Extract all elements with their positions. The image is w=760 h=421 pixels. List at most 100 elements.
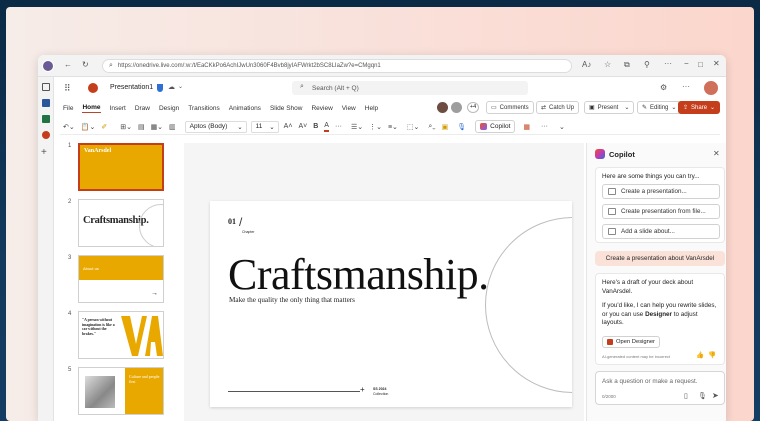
more-commands-icon[interactable]: ··· — [541, 123, 548, 130]
extensions-icon[interactable]: ⚲ — [644, 60, 650, 69]
settings-icon[interactable]: ⚙ — [660, 83, 667, 92]
copilot-ribbon-button[interactable]: Copilot — [475, 120, 516, 133]
designer-link[interactable]: Designer — [645, 311, 672, 318]
tab-design[interactable]: Design — [159, 105, 179, 112]
tab-help[interactable]: Help — [365, 105, 378, 112]
collections-icon[interactable]: ⧉ — [624, 60, 630, 70]
present-button[interactable]: ▣ Present ⌄ — [584, 101, 635, 114]
minimize-icon[interactable]: − — [684, 59, 689, 68]
maximize-icon[interactable]: □ — [698, 60, 703, 69]
menu-tabs: File Home Insert Draw Design Transitions… — [54, 101, 726, 115]
chevron-down-icon: ⌄ — [269, 123, 275, 131]
title-chevron-icon[interactable]: ⌄ — [178, 83, 183, 90]
picture-icon[interactable]: ▣ — [442, 123, 449, 131]
slide-thumbnail-5[interactable]: Culture and people first — [78, 367, 164, 415]
new-slide-icon[interactable]: ⊞⌄ — [120, 123, 132, 131]
paste-icon[interactable]: 📋⌄ — [81, 123, 96, 131]
slide-title[interactable]: Craftsmanship. — [228, 249, 489, 300]
suggestions-card: Here are some things you can try... Crea… — [595, 167, 725, 243]
slide-thumbnail-2[interactable]: Craftsmanship. — [78, 199, 164, 247]
designer-icon — [607, 339, 613, 345]
microphone-icon[interactable]: 🎙 — [698, 392, 707, 400]
find-icon[interactable]: ⌕⌄ — [428, 123, 435, 131]
powerpoint-icon[interactable] — [42, 131, 50, 139]
presence-count[interactable]: +4 — [467, 102, 479, 113]
tab-animations[interactable]: Animations — [229, 105, 261, 112]
font-name-select[interactable]: Aptos (Body) ⌄ — [184, 120, 247, 133]
layout-icon[interactable]: ▤ — [138, 123, 145, 131]
tab-home[interactable]: Home — [82, 104, 101, 113]
profile-avatar[interactable] — [42, 60, 54, 72]
slide-number: 5 — [68, 367, 72, 373]
address-bar[interactable]: ⌕ https://onedrive.live.com/:w:/t/EaCKkP… — [102, 59, 572, 73]
current-slide[interactable]: 01 / Chapter Craftsmanship. Make the qua… — [210, 201, 572, 407]
copilot-input-box[interactable]: Ask a question or make a request. 0/2000… — [595, 371, 725, 405]
editing-mode-button[interactable]: ✎ Editing ⌄ — [637, 101, 682, 114]
font-size-select[interactable]: 11 ⌄ — [250, 120, 279, 133]
increase-font-icon[interactable]: A˄ — [284, 123, 293, 130]
tab-view[interactable]: View — [342, 105, 356, 112]
refresh-icon[interactable]: ↻ — [82, 60, 89, 69]
tab-draw[interactable]: Draw — [135, 105, 150, 112]
tab-file[interactable]: File — [63, 105, 73, 112]
tab-transitions[interactable]: Transitions — [188, 105, 220, 112]
bold-icon[interactable]: B — [313, 123, 318, 130]
tab-slide-show[interactable]: Slide Show — [270, 105, 303, 112]
decrease-font-icon[interactable]: A˅ — [298, 123, 307, 130]
suggestion-create-presentation[interactable]: Create a presentation... — [602, 184, 720, 199]
send-icon[interactable]: ➤ — [712, 391, 719, 400]
slide-thumbnail-3[interactable]: About us → — [78, 255, 164, 303]
cloud-sync-icon: ☁ — [168, 84, 175, 91]
word-icon[interactable] — [42, 99, 50, 107]
share-button[interactable]: ⇪ Share ⌄ — [678, 101, 721, 114]
tabs-icon[interactable] — [42, 83, 50, 91]
close-icon[interactable]: ✕ — [713, 149, 720, 158]
tab-review[interactable]: Review — [311, 105, 332, 112]
thumb-photo — [85, 376, 115, 408]
search-box[interactable]: ⌕ Search (Alt + Q) — [292, 81, 528, 95]
font-color-icon[interactable]: A — [324, 122, 329, 132]
suggestion-add-slide[interactable]: Add a slide about... — [602, 224, 720, 239]
response-text-2: If you'd like, I can help you rewrite sl… — [602, 302, 720, 328]
bullets-icon[interactable]: ☰⌄ — [351, 123, 363, 131]
slide-subtitle[interactable]: Make the quality the only thing that mat… — [229, 296, 355, 304]
document-title[interactable]: Presentation1 — [110, 84, 153, 91]
numbering-icon[interactable]: ⋮⌄ — [369, 123, 382, 131]
thumbs-up-icon[interactable]: 👍 — [696, 351, 704, 359]
user-avatar[interactable] — [703, 80, 719, 96]
more-font-icon[interactable]: ··· — [335, 123, 342, 130]
more-icon[interactable]: ··· — [664, 59, 672, 68]
suggestion-create-from-file[interactable]: Create presentation from file... — [602, 204, 720, 219]
va-logo-graphic — [121, 316, 163, 356]
shapes-icon[interactable]: ⬚⌄ — [407, 123, 419, 131]
undo-icon[interactable]: ↶⌄ — [63, 123, 75, 131]
close-window-icon[interactable]: ✕ — [713, 59, 720, 68]
prompt-guide-icon[interactable]: ▯ — [684, 392, 688, 400]
excel-icon[interactable] — [42, 115, 50, 123]
slide-thumbnail-1[interactable]: VanArsdel — [78, 143, 164, 191]
comments-button[interactable]: ▭ Comments — [486, 101, 534, 114]
thumbs-down-icon[interactable]: 👎 — [708, 351, 716, 359]
align-icon[interactable]: ≡⌄ — [388, 123, 398, 131]
editing-label: Editing — [650, 104, 669, 111]
favorite-icon[interactable]: ☆ — [604, 60, 611, 69]
reuse-slides-icon[interactable]: ▥ — [169, 123, 176, 131]
tab-insert[interactable]: Insert — [110, 105, 126, 112]
back-icon[interactable]: ← — [64, 60, 72, 69]
ribbon-expand-icon[interactable]: ⌄ — [559, 123, 565, 131]
chevron-down-icon: ⌄ — [671, 105, 677, 111]
home-ribbon: ↶⌄ 📋⌄ ✐ ⊞⌄ ▤ ▦⌄ ▥ Aptos (Body) ⌄ 11 ⌄ A˄… — [60, 119, 720, 135]
ai-disclaimer: AI-generated content may be incorrect — [602, 354, 671, 359]
section-icon[interactable]: ▦⌄ — [151, 123, 163, 131]
format-painter-icon[interactable]: ✐ — [101, 123, 107, 131]
app-launcher-icon[interactable]: ⠿ — [64, 83, 71, 94]
read-aloud-icon[interactable]: A♪ — [582, 60, 591, 69]
more-options-icon[interactable]: ··· — [682, 82, 690, 91]
copilot-input-placeholder: Ask a question or make a request. — [602, 378, 698, 385]
dictate-icon[interactable]: 🎙 — [457, 123, 466, 131]
slide-thumbnail-4[interactable]: "A person without imagination is like a … — [78, 311, 164, 359]
add-icon[interactable]: + — [41, 147, 47, 158]
catch-up-button[interactable]: ⇄ Catch Up — [536, 101, 580, 114]
designer-icon[interactable]: ▦ — [523, 123, 530, 131]
open-designer-button[interactable]: Open Designer — [602, 336, 660, 348]
